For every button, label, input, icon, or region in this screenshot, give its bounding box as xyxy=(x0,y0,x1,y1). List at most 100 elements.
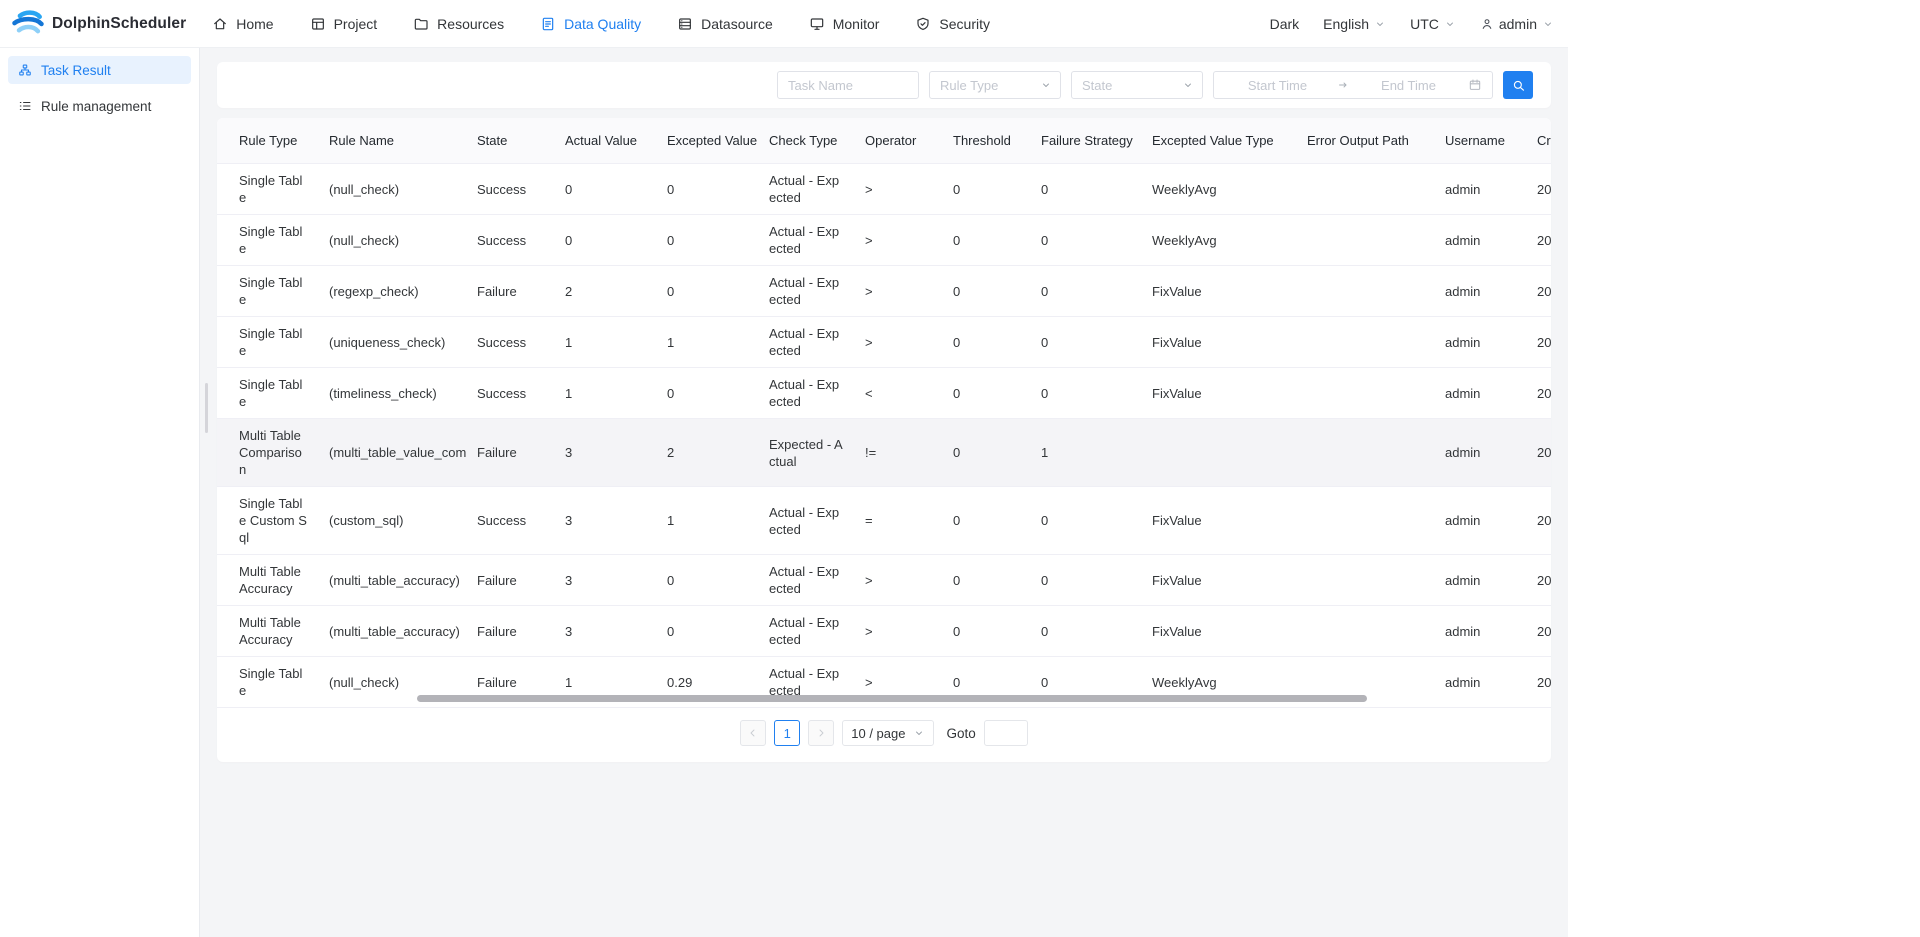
rule-type-placeholder: Rule Type xyxy=(940,78,998,93)
cell-failure-strategy: 0 xyxy=(1031,164,1142,215)
rule-type-select[interactable]: Rule Type xyxy=(929,71,1061,99)
cell-create-time: 20 xyxy=(1527,368,1551,419)
page-size-label: 10 / page xyxy=(851,726,905,741)
language-select[interactable]: English xyxy=(1323,16,1386,32)
cell-check-type: Actual - Expected xyxy=(759,215,855,266)
sidebar-item-label: Rule management xyxy=(41,99,151,114)
cell-state: Failure xyxy=(467,606,555,657)
end-time-placeholder: End Time xyxy=(1355,78,1462,93)
nav-item-resources[interactable]: Resources xyxy=(413,16,504,32)
chevron-left-icon xyxy=(747,727,759,739)
user-menu[interactable]: admin xyxy=(1480,16,1554,32)
cell-create-time: 20 xyxy=(1527,606,1551,657)
cell-excepted-value-type: WeeklyAvg xyxy=(1142,215,1297,266)
cell-username: admin xyxy=(1435,487,1527,555)
column-header-actual-value: Actual Value xyxy=(555,118,657,164)
pagination-page-1[interactable]: 1 xyxy=(774,720,800,746)
horizontal-scrollbar-thumb[interactable] xyxy=(417,695,1367,702)
cell-rule-type: Multi Table Accuracy xyxy=(217,606,319,657)
cell-operator: < xyxy=(855,368,943,419)
column-header-excepted-value-type: Excepted Value Type xyxy=(1142,118,1297,164)
brand-title: DolphinScheduler xyxy=(52,15,186,33)
cell-excepted-value-type: FixValue xyxy=(1142,606,1297,657)
nav-item-monitor[interactable]: Monitor xyxy=(809,16,880,32)
cell-excepted-value-type: FixValue xyxy=(1142,555,1297,606)
cell-actual-value: 2 xyxy=(555,266,657,317)
theme-toggle-label: Dark xyxy=(1270,16,1300,32)
cell-excepted-value: 0 xyxy=(657,555,759,606)
nav-item-data-quality[interactable]: Data Quality xyxy=(540,16,641,32)
cell-failure-strategy: 1 xyxy=(1031,419,1142,487)
cell-rule-name: (timeliness_check) xyxy=(319,368,467,419)
cell-check-type: Actual - Expected xyxy=(759,368,855,419)
cell-state: Success xyxy=(467,368,555,419)
theme-toggle[interactable]: Dark xyxy=(1270,16,1300,32)
cell-excepted-value: 1 xyxy=(657,317,759,368)
cell-error-output-path xyxy=(1297,419,1435,487)
sidebar-scrollbar-thumb[interactable] xyxy=(205,383,208,433)
cell-operator: = xyxy=(855,487,943,555)
nav-item-security[interactable]: Security xyxy=(915,16,990,32)
pagination-prev-button[interactable] xyxy=(740,720,766,746)
table-row: Single Table Custom Sql(custom_sql)Succe… xyxy=(217,487,1551,555)
cell-rule-type: Single Table xyxy=(217,657,319,708)
cell-username: admin xyxy=(1435,215,1527,266)
cell-rule-name: (null_check) xyxy=(319,215,467,266)
main-content: Rule Type State Start Time End Time xyxy=(200,48,1568,937)
cell-actual-value: 0 xyxy=(555,164,657,215)
cell-operator: != xyxy=(855,419,943,487)
brand[interactable]: DolphinScheduler xyxy=(10,9,186,39)
cell-state: Success xyxy=(467,487,555,555)
nav-item-project[interactable]: Project xyxy=(310,16,378,32)
cell-create-time: 20 xyxy=(1527,555,1551,606)
pagination-next-button[interactable] xyxy=(808,720,834,746)
state-select[interactable]: State xyxy=(1071,71,1203,99)
task-name-input[interactable] xyxy=(778,72,918,98)
cell-username: admin xyxy=(1435,419,1527,487)
cell-actual-value: 1 xyxy=(555,368,657,419)
cell-excepted-value: 0 xyxy=(657,164,759,215)
cell-state: Success xyxy=(467,164,555,215)
nav-item-label: Data Quality xyxy=(564,16,641,32)
sidebar-item-rule-management[interactable]: Rule management xyxy=(8,92,191,120)
cell-excepted-value-type: WeeklyAvg xyxy=(1142,164,1297,215)
chevron-down-icon xyxy=(1542,18,1554,30)
cell-state: Success xyxy=(467,215,555,266)
cell-state: Failure xyxy=(467,266,555,317)
cell-check-type: Actual - Expected xyxy=(759,606,855,657)
column-header-threshold: Threshold xyxy=(943,118,1031,164)
search-button[interactable] xyxy=(1503,71,1533,99)
goto-page-input[interactable] xyxy=(984,720,1028,746)
nav-item-label: Home xyxy=(236,16,273,32)
chevron-down-icon xyxy=(1182,79,1194,91)
cell-actual-value: 0 xyxy=(555,215,657,266)
cell-error-output-path xyxy=(1297,606,1435,657)
nav-item-label: Resources xyxy=(437,16,504,32)
cell-check-type: Actual - Expected xyxy=(759,266,855,317)
sidebar-item-task-result[interactable]: Task Result xyxy=(8,56,191,84)
nav-item-datasource[interactable]: Datasource xyxy=(677,16,773,32)
cell-username: admin xyxy=(1435,266,1527,317)
nav-item-home[interactable]: Home xyxy=(212,16,273,32)
cell-threshold: 0 xyxy=(943,266,1031,317)
column-header-error-output-path: Error Output Path xyxy=(1297,118,1435,164)
cell-threshold: 0 xyxy=(943,419,1031,487)
table-header-row: Rule TypeRule NameStateActual ValueExcep… xyxy=(217,118,1551,164)
cell-threshold: 0 xyxy=(943,555,1031,606)
date-range-picker[interactable]: Start Time End Time xyxy=(1213,71,1493,99)
start-time-placeholder: Start Time xyxy=(1224,78,1331,93)
timezone-select[interactable]: UTC xyxy=(1410,16,1456,32)
table-row: Multi Table Accuracy(multi_table_accurac… xyxy=(217,606,1551,657)
sidebar: Task Result Rule management xyxy=(0,48,200,937)
cell-threshold: 0 xyxy=(943,606,1031,657)
cell-username: admin xyxy=(1435,317,1527,368)
cell-rule-name: (uniqueness_check) xyxy=(319,317,467,368)
cell-operator: > xyxy=(855,266,943,317)
table-row: Single Table(timeliness_check)Success10A… xyxy=(217,368,1551,419)
cell-failure-strategy: 0 xyxy=(1031,555,1142,606)
page-size-select[interactable]: 10 / page xyxy=(842,720,934,746)
calendar-icon xyxy=(1468,78,1482,92)
chevron-down-icon xyxy=(1040,79,1052,91)
cell-rule-type: Single Table Custom Sql xyxy=(217,487,319,555)
cell-rule-name: (regexp_check) xyxy=(319,266,467,317)
